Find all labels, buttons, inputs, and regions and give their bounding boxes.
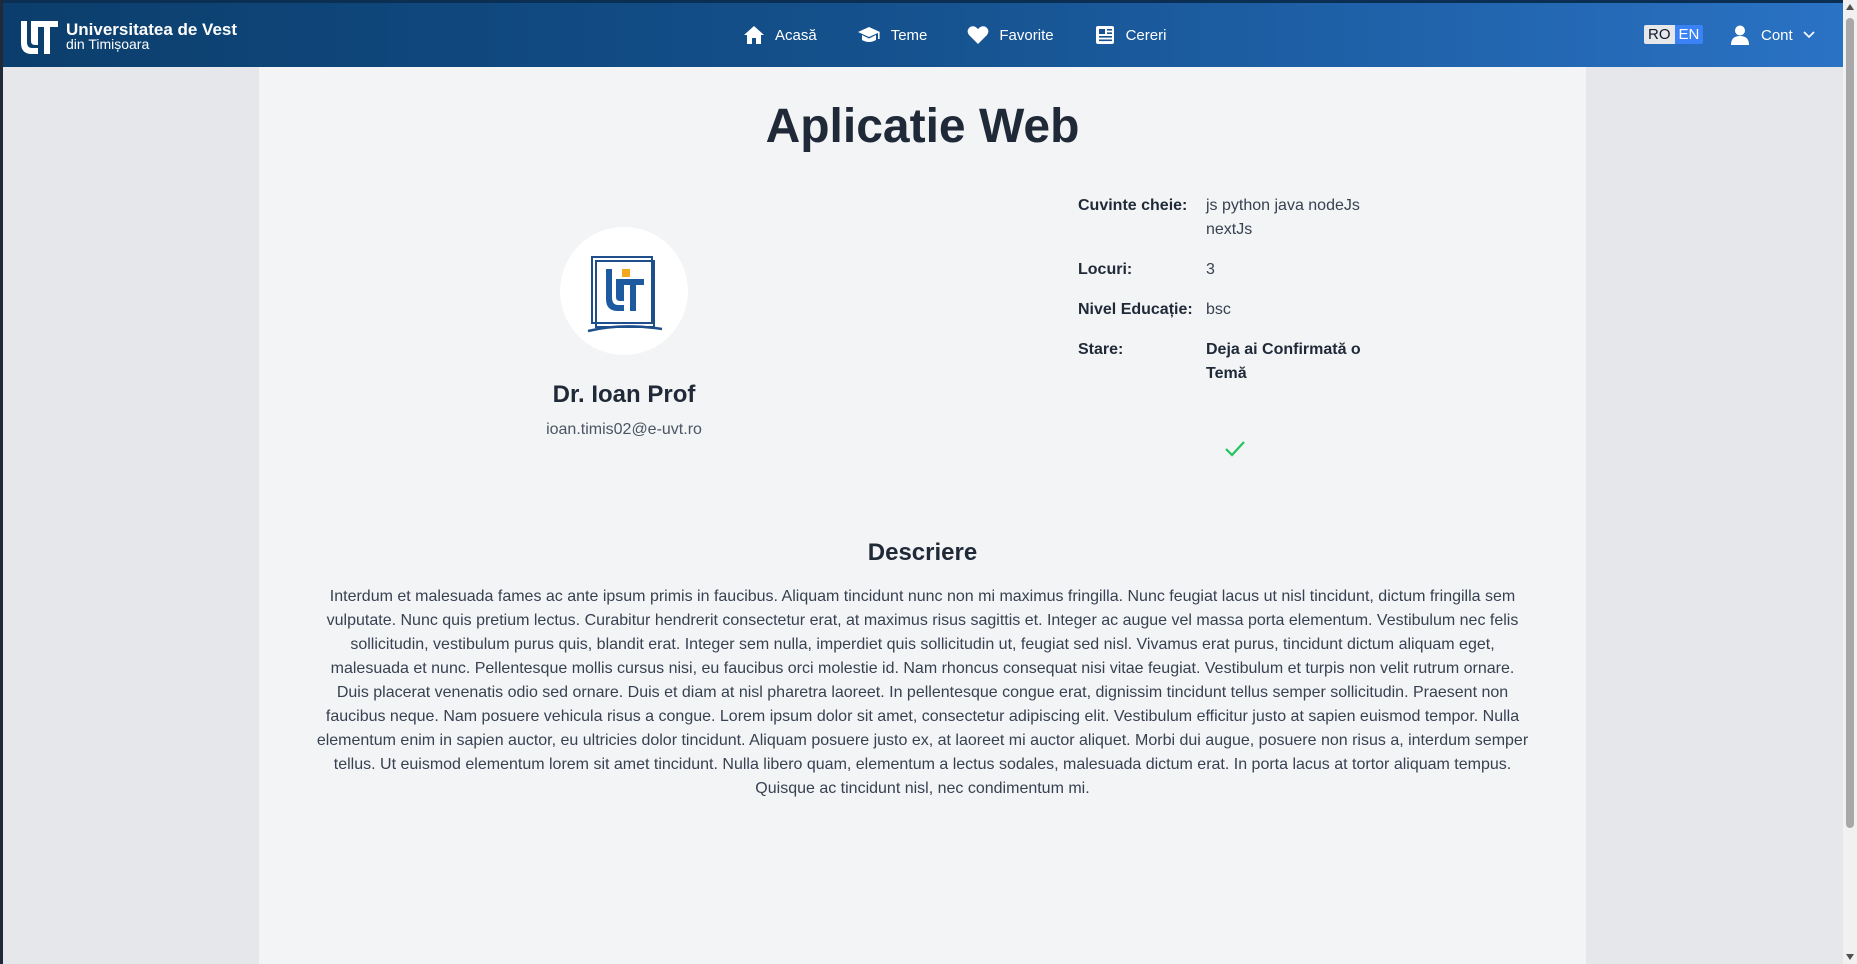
main-nav: Acasă Teme Favorite Cereri xyxy=(743,3,1206,67)
chevron-down-icon xyxy=(1803,31,1815,39)
uvt-avatar-logo-icon xyxy=(587,256,663,333)
scroll-down-arrow-icon[interactable] xyxy=(1846,954,1854,960)
status-value: Deja ai Confirmată o Temă xyxy=(1206,341,1361,382)
detail-label: Cuvinte cheie: xyxy=(1078,197,1188,214)
detail-value: bsc xyxy=(1206,301,1231,318)
scroll-up-arrow-icon[interactable] xyxy=(1846,4,1854,10)
page-title: Aplicatie Web xyxy=(765,100,1080,153)
nav-label-acasa: Acasă xyxy=(775,26,817,44)
account-label: Cont xyxy=(1761,26,1793,44)
navbar: Universitatea de Vest din Timișoara Acas… xyxy=(3,0,1843,67)
newspaper-icon xyxy=(1095,26,1114,44)
lang-ro-button[interactable]: RO xyxy=(1644,25,1675,44)
detail-value: 3 xyxy=(1206,261,1215,278)
uvt-logo-icon xyxy=(21,21,58,54)
language-switcher: RO EN xyxy=(1644,25,1704,44)
detail-label: Locuri: xyxy=(1078,261,1133,278)
nav-label-cereri: Cereri xyxy=(1125,26,1167,44)
detail-label: Stare: xyxy=(1078,341,1124,358)
professor-card: Dr. Ioan Prof ioan.timis02@e-uvt.ro xyxy=(499,227,749,439)
logo-line-1: Universitatea de Vest xyxy=(66,20,238,39)
professor-name: Dr. Ioan Prof xyxy=(552,381,696,408)
nav-item-teme[interactable]: Teme xyxy=(857,25,928,45)
graduation-cap-icon xyxy=(857,27,880,42)
page-scrollbar[interactable] xyxy=(1843,0,1857,964)
detail-value: js python java nodeJs nextJs xyxy=(1206,197,1360,238)
nav-item-acasa[interactable]: Acasă xyxy=(743,25,817,45)
logo-line-2: din Timișoara xyxy=(66,36,150,52)
professor-email: ioan.timis02@e-uvt.ro xyxy=(546,421,702,438)
detail-status: Stare: Deja ai Confirmată o Temă xyxy=(1078,338,1378,386)
detail-label: Nivel Educație: xyxy=(1078,301,1193,318)
nav-label-favorite: Favorite xyxy=(999,26,1054,44)
scroll-thumb[interactable] xyxy=(1846,18,1854,828)
description-text: Interdum et malesuada fames ac ante ipsu… xyxy=(316,588,1529,797)
detail-education-level: Nivel Educație: bsc xyxy=(1078,298,1378,322)
home-icon xyxy=(744,26,764,44)
description-title: Descriere xyxy=(867,539,978,566)
nav-item-cereri[interactable]: Cereri xyxy=(1094,25,1167,45)
topic-page: Aplicatie Web Dr. Ioan Prof ioan.timis02… xyxy=(259,67,1586,964)
topic-details: Cuvinte cheie: js python java nodeJs nex… xyxy=(1078,194,1378,402)
user-icon xyxy=(1731,25,1749,45)
check-icon xyxy=(1225,441,1245,457)
avatar xyxy=(560,227,688,355)
detail-places: Locuri: 3 xyxy=(1078,258,1378,282)
account-menu[interactable]: Cont xyxy=(1731,25,1815,45)
nav-label-teme: Teme xyxy=(890,26,928,44)
detail-keywords: Cuvinte cheie: js python java nodeJs nex… xyxy=(1078,194,1378,242)
heart-icon xyxy=(968,26,989,44)
window-edge xyxy=(0,0,3,964)
nav-item-favorite[interactable]: Favorite xyxy=(967,25,1054,45)
lang-en-button[interactable]: EN xyxy=(1674,25,1704,44)
university-logo[interactable]: Universitatea de Vest din Timișoara xyxy=(18,15,237,59)
